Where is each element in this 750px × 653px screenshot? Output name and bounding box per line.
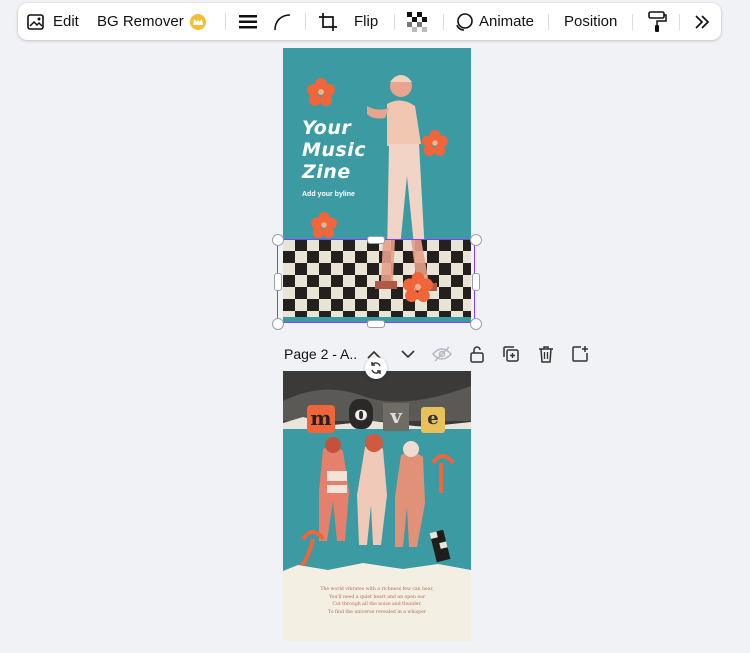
animate-icon bbox=[456, 12, 473, 31]
divider bbox=[548, 14, 549, 30]
title-line: Zine bbox=[302, 161, 351, 183]
divider bbox=[305, 14, 306, 30]
crop-icon bbox=[319, 12, 337, 31]
copy-style-button[interactable] bbox=[647, 3, 667, 40]
letter-cutout-o: o bbox=[349, 399, 373, 429]
resize-handle-bottom[interactable] bbox=[367, 320, 385, 328]
poem-line: Cut through all the noise and thunder, bbox=[332, 602, 422, 607]
double-chevron-right-icon bbox=[695, 14, 710, 29]
animate-label: Animate bbox=[479, 13, 535, 30]
selection-frame bbox=[277, 239, 475, 323]
delete-page-button[interactable] bbox=[536, 344, 556, 364]
divider bbox=[225, 14, 226, 30]
orange-flower-sticker bbox=[422, 130, 448, 156]
hide-page-button[interactable] bbox=[432, 344, 452, 364]
orange-flower-sticker bbox=[311, 212, 337, 238]
poem-line: To find the universe revealed in a whisp… bbox=[328, 609, 426, 615]
poem-text[interactable]: The world vibrates with a richness few c… bbox=[283, 586, 471, 616]
position-label: Position bbox=[564, 13, 618, 30]
lock-page-button[interactable] bbox=[467, 344, 487, 364]
divider bbox=[443, 14, 444, 30]
resize-handle-top[interactable] bbox=[367, 236, 385, 244]
duplicate-page-button[interactable] bbox=[501, 344, 521, 364]
letter-cutout-m: m bbox=[307, 405, 335, 433]
edit-label: Edit bbox=[53, 13, 79, 30]
bg-remover-label: BG Remover bbox=[97, 13, 184, 30]
zine-title[interactable]: Your Music Zine bbox=[302, 117, 392, 183]
unlock-icon bbox=[470, 346, 484, 363]
border-style-button[interactable] bbox=[238, 3, 258, 40]
byline-text[interactable]: Add your byline bbox=[302, 191, 355, 198]
design-page-2[interactable]: m o v e The world vibrates with a richne… bbox=[283, 371, 471, 641]
resize-handle-top-left[interactable] bbox=[272, 234, 284, 246]
add-page-button[interactable] bbox=[570, 344, 590, 364]
image-edit-icon bbox=[27, 13, 44, 30]
rotate-handle[interactable] bbox=[365, 357, 387, 379]
corner-rounding-button[interactable] bbox=[273, 3, 291, 40]
title-line: Music bbox=[302, 139, 367, 161]
divider bbox=[679, 14, 680, 30]
resize-handle-bottom-left[interactable] bbox=[272, 318, 284, 330]
resize-handle-top-right[interactable] bbox=[470, 234, 482, 246]
trash-icon bbox=[539, 346, 553, 363]
resize-handle-bottom-right[interactable] bbox=[470, 318, 482, 330]
page-title[interactable]: Page 2 - A.. bbox=[284, 346, 357, 362]
poem-line: You'll need a quiet heart and an open ea… bbox=[328, 594, 426, 600]
orange-flower-sticker bbox=[307, 78, 335, 106]
chevron-down-icon bbox=[401, 350, 415, 359]
editor-toolbar: Edit BG Remover Flip Animate Position bbox=[18, 3, 721, 40]
page-down-button[interactable] bbox=[398, 344, 418, 364]
divider bbox=[632, 14, 633, 30]
transparency-icon bbox=[407, 11, 427, 32]
flip-button[interactable]: Flip bbox=[354, 3, 378, 40]
add-page-icon bbox=[572, 346, 588, 362]
letter-cutout-v: v bbox=[383, 403, 409, 431]
resize-handle-right[interactable] bbox=[472, 273, 480, 291]
crop-button[interactable] bbox=[318, 3, 338, 40]
title-line: Your bbox=[302, 117, 352, 139]
eye-hidden-icon bbox=[432, 346, 452, 362]
corner-rounding-icon bbox=[274, 13, 291, 30]
divider bbox=[394, 14, 395, 30]
paint-roller-icon bbox=[648, 10, 667, 32]
resize-handle-left[interactable] bbox=[274, 273, 282, 291]
border-style-icon bbox=[239, 14, 257, 28]
animate-button[interactable]: Animate bbox=[454, 3, 534, 40]
flip-label: Flip bbox=[354, 13, 379, 30]
bg-remover-button[interactable]: BG Remover bbox=[97, 3, 206, 40]
position-button[interactable]: Position bbox=[564, 3, 617, 40]
crown-icon bbox=[189, 13, 206, 30]
more-tools-button[interactable] bbox=[693, 3, 711, 40]
letter-cutout-e: e bbox=[421, 407, 445, 433]
poem-line: The world vibrates with a richness few c… bbox=[320, 587, 434, 592]
edit-button[interactable]: Edit bbox=[26, 3, 79, 40]
transparency-button[interactable] bbox=[407, 3, 427, 40]
rotate-icon bbox=[371, 362, 381, 374]
duplicate-icon bbox=[503, 346, 519, 362]
